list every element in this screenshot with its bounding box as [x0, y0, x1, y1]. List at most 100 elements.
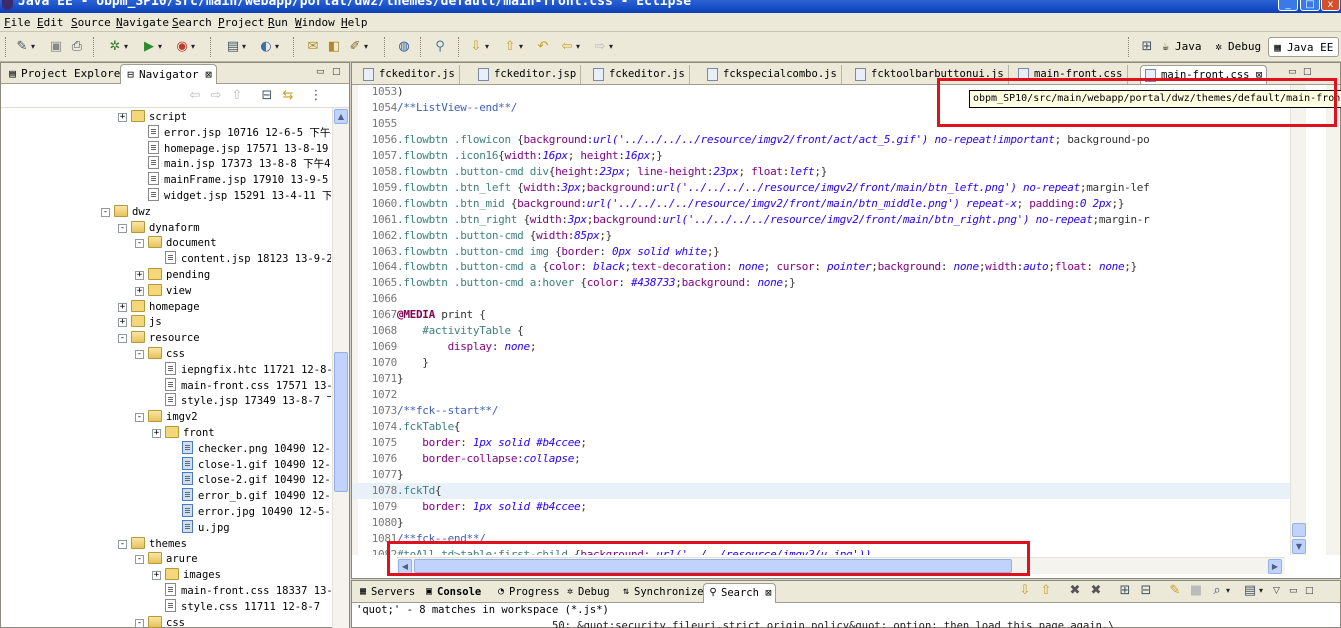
- menu-file[interactable]: File: [4, 16, 31, 29]
- tree-folder[interactable]: - css: [135, 346, 185, 362]
- code-line[interactable]: 1069 display: none;: [352, 339, 1290, 355]
- tree-file[interactable]: error_b.gif 10490 12-5-1: [169, 488, 331, 504]
- tree-folder[interactable]: - resource: [118, 330, 200, 346]
- expand-icon[interactable]: +: [135, 286, 144, 296]
- minimize-editor-icon[interactable]: ▭: [1288, 68, 1298, 77]
- tree-file[interactable]: content.jsp 18123 13-9-2: [152, 251, 331, 267]
- up-icon[interactable]: ⇧: [229, 88, 245, 103]
- expand-icon[interactable]: +: [135, 271, 144, 280]
- tab-navigator[interactable]: ⊟ Navigator ⊠: [120, 64, 217, 84]
- tree-folder[interactable]: + js: [118, 314, 162, 330]
- expand-icon[interactable]: +: [118, 113, 127, 122]
- code-line[interactable]: 1056.flowbtn .flowicon {background:url('…: [352, 132, 1290, 148]
- collapse-icon[interactable]: -: [101, 207, 110, 217]
- remove-match-icon[interactable]: ✖: [1067, 583, 1083, 598]
- collapse-all-icon[interactable]: ⊟: [1138, 583, 1154, 598]
- perspective-java[interactable]: ☕ Java: [1157, 37, 1207, 57]
- collapse-icon[interactable]: -: [135, 555, 144, 565]
- run-search-again-icon[interactable]: ✎: [1167, 583, 1183, 598]
- forward-icon[interactable]: ⇨: [208, 88, 224, 103]
- code-line[interactable]: 1075 border: 1px solid #b4ccee;: [352, 435, 1290, 451]
- editor-tab[interactable]: fckeditor.js: [359, 65, 460, 84]
- open-task-icon[interactable]: ◧: [326, 39, 342, 54]
- scroll-up-icon[interactable]: ▲: [334, 109, 348, 124]
- tab-close-icon[interactable]: ⊠: [205, 68, 212, 81]
- tree-folder[interactable]: + pending: [135, 267, 210, 283]
- tree-folder[interactable]: + front: [152, 425, 215, 441]
- expand-all-icon[interactable]: ⊞: [1117, 583, 1133, 598]
- tree-file[interactable]: error.jsp 10716 12-6-5 下午4:21: [135, 124, 331, 141]
- editor-tab[interactable]: fckeditor.jsp: [474, 65, 582, 84]
- tab-progress[interactable]: ◔ Progress: [492, 583, 563, 603]
- scroll-thumb[interactable]: [334, 352, 348, 492]
- back-icon[interactable]: ⇦: [559, 39, 580, 54]
- tree-folder[interactable]: + images: [152, 567, 221, 583]
- scroll-down-icon[interactable]: ▼: [1292, 539, 1306, 554]
- expand-icon[interactable]: +: [118, 318, 127, 328]
- code-line[interactable]: 1065.flowbtn .button-cmd a:hover {color:…: [352, 275, 1290, 291]
- tree-file[interactable]: error.jpg 10490 12-5-14: [169, 504, 331, 520]
- tree-folder[interactable]: - dwz: [101, 204, 151, 220]
- code-line[interactable]: 1058.flowbtn .button-cmd div{height:23px…: [352, 164, 1290, 180]
- expand-icon[interactable]: +: [118, 302, 127, 312]
- code-area[interactable]: 1053) 1054/**ListView--end**/1055 1056.flo…: [352, 85, 1290, 555]
- tab-close-icon[interactable]: ⊠: [765, 587, 771, 599]
- print-icon[interactable]: ⎙: [69, 39, 85, 54]
- menu-source[interactable]: Source: [71, 16, 111, 29]
- globe-icon[interactable]: ◍: [396, 39, 412, 54]
- overview-ruler[interactable]: [1326, 85, 1340, 555]
- menu-edit[interactable]: Edit: [37, 16, 64, 29]
- tab-synchronize[interactable]: ⇅ Synchronize: [617, 583, 707, 603]
- view-menu-icon[interactable]: ▽: [1273, 587, 1283, 596]
- tree-file[interactable]: mainFrame.jsp 17910 13-9-5 上午: [135, 172, 331, 188]
- perspective-debug[interactable]: ✲ Debug: [1210, 37, 1266, 57]
- tree-file[interactable]: style.css 11711 12-8-7: [152, 598, 320, 615]
- code-line[interactable]: 1063.flowbtn .button-cmd img {border: 0p…: [352, 244, 1290, 260]
- code-line[interactable]: 1064.flowbtn .button-cmd a {color: black…: [352, 259, 1290, 275]
- external-tools-icon[interactable]: ◉: [174, 39, 195, 54]
- new-icon[interactable]: ✎: [14, 39, 35, 54]
- open-perspective-icon[interactable]: ⊞: [1139, 39, 1155, 54]
- scroll-right-icon[interactable]: ▶: [1268, 559, 1282, 574]
- code-line[interactable]: 1057.flowbtn .icon16{width:16px; height:…: [352, 148, 1290, 164]
- minimize-view-icon[interactable]: ▭: [1289, 587, 1299, 596]
- forward-icon[interactable]: ⇨: [592, 39, 613, 54]
- tree-folder[interactable]: - imgv2: [135, 409, 198, 425]
- minimize-view-icon[interactable]: ▭: [316, 68, 326, 77]
- back-icon[interactable]: ⇦: [187, 88, 203, 103]
- collapse-icon[interactable]: -: [135, 413, 144, 423]
- cancel-search-icon[interactable]: ■: [1188, 583, 1204, 598]
- last-edit-icon[interactable]: ↶: [535, 39, 551, 54]
- tree-file[interactable]: checker.png 10490 12-5-1: [169, 440, 331, 457]
- tree-folder[interactable]: - document: [135, 235, 217, 251]
- code-line[interactable]: 1067@MEDIA print {: [352, 307, 1290, 323]
- code-line[interactable]: 1073/**fck--start**/: [352, 403, 1290, 419]
- code-line[interactable]: 1068 #activityTable {: [352, 323, 1290, 339]
- code-line[interactable]: 1072: [352, 387, 1290, 403]
- tree-scrollbar[interactable]: ▲: [332, 108, 349, 628]
- remove-all-matches-icon[interactable]: ✖: [1088, 583, 1104, 598]
- code-line[interactable]: 1060.flowbtn .btn_mid {background:url('.…: [352, 196, 1290, 212]
- debug-run-icon[interactable]: ✲: [107, 39, 128, 54]
- menu-project[interactable]: Project: [218, 16, 264, 29]
- code-line[interactable]: 1061.flowbtn .btn_right {width:3px;backg…: [352, 212, 1290, 228]
- code-line[interactable]: 1076 border-collapse:collapse;: [352, 451, 1290, 467]
- editor-tab[interactable]: fckspecialcombo.js: [703, 65, 842, 84]
- tree-folder[interactable]: - arure: [135, 551, 198, 567]
- tree-folder[interactable]: - css: [135, 615, 185, 628]
- open-type-icon[interactable]: ✉: [305, 39, 321, 54]
- collapse-all-icon[interactable]: ⊟: [259, 88, 275, 103]
- collapse-icon[interactable]: -: [135, 239, 144, 249]
- menu-search[interactable]: Search: [172, 16, 212, 29]
- expand-icon[interactable]: +: [152, 429, 161, 438]
- tree-file[interactable]: close-1.gif 10490 12-5-1: [169, 456, 331, 473]
- collapse-icon[interactable]: -: [118, 334, 127, 344]
- pin-view-icon[interactable]: ▤: [1242, 583, 1263, 598]
- perspective-javaee[interactable]: ▦ Java EE: [1268, 37, 1340, 57]
- code-line[interactable]: 1070 }: [352, 355, 1290, 371]
- maximize-button[interactable]: □: [1300, 0, 1320, 11]
- code-line[interactable]: 1078.fckTd{: [352, 482, 1290, 499]
- web-service-icon[interactable]: ◐: [258, 39, 279, 54]
- maximize-editor-icon[interactable]: □: [1303, 68, 1313, 77]
- collapse-icon[interactable]: -: [118, 539, 127, 549]
